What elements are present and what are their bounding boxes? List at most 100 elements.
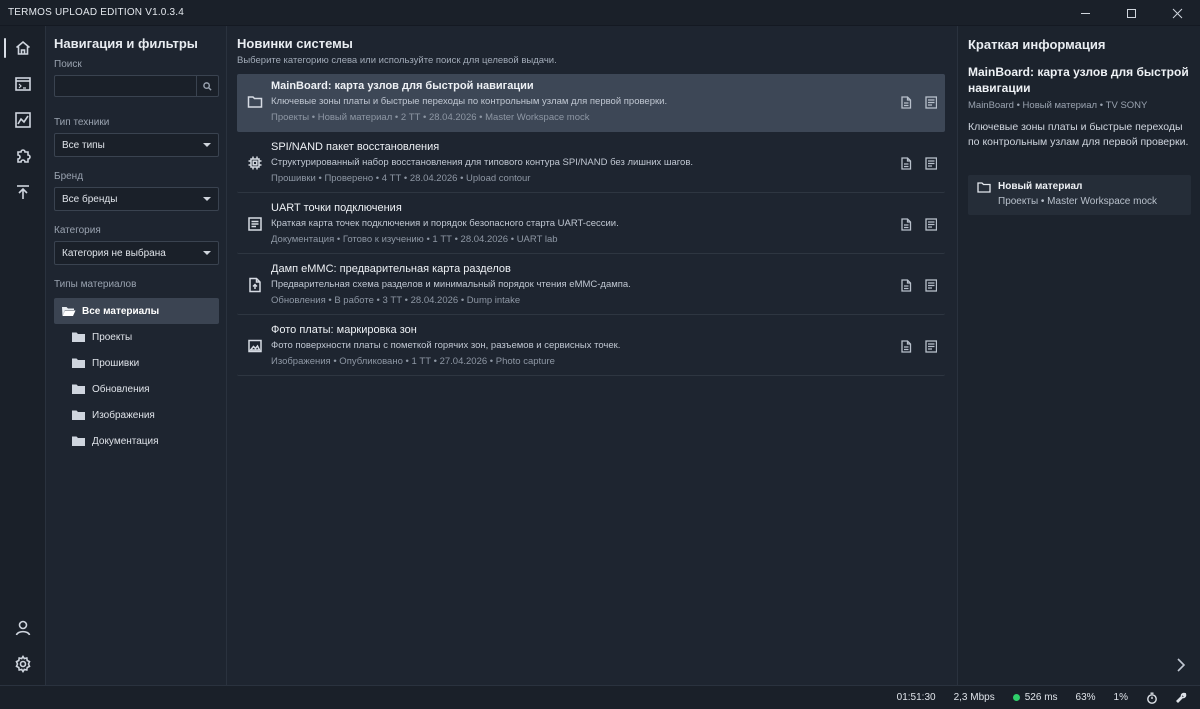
info-item-title: MainBoard: карта узлов для быстрой навиг… [968, 65, 1189, 95]
folder-icon [977, 182, 991, 193]
list-item-title: UART точки подключения [271, 202, 402, 214]
info-title: Краткая информация [968, 37, 1106, 52]
file-icon[interactable] [900, 340, 912, 353]
list-item[interactable]: UART точки подключения Краткая карта точ… [237, 196, 945, 254]
list-item-meta: Проекты • Новый материал • 2 ТТ • 28.04.… [271, 112, 590, 123]
notes-icon[interactable] [925, 218, 937, 231]
list-item-title: MainBoard: карта узлов для быстрой навиг… [271, 80, 534, 92]
status-timer[interactable] [1146, 692, 1158, 704]
list-item-desc: Фото поверхности платы с пометкой горячи… [271, 340, 621, 351]
file-icon[interactable] [900, 218, 912, 231]
status-mem: 1% [1113, 692, 1128, 703]
status-cpu: 63% [1075, 692, 1096, 703]
notes-icon[interactable] [925, 96, 937, 109]
status-ping: 526 ms [1012, 692, 1058, 703]
info-card-meta: Проекты • Master Workspace mock [998, 196, 1158, 207]
status-speed: 2,3 Mbps [953, 692, 995, 703]
tree-item-label: Все материалы [82, 305, 160, 317]
tree-item-label: Прошивки [92, 357, 140, 369]
list-item[interactable]: MainBoard: карта узлов для быстрой навиг… [237, 74, 945, 132]
tree-item-label: Изображения [92, 409, 155, 421]
document-icon [248, 217, 262, 231]
tree-item-all[interactable]: Все материалы [54, 298, 219, 324]
status-dot-icon [1012, 694, 1020, 701]
title-bar: TERMOS UPLOAD EDITION V1.0.3.4 [0, 0, 1200, 26]
search-label: Поиск [54, 59, 82, 70]
folder-icon [72, 332, 85, 342]
main-subtitle: Выберите категорию слева или используйте… [237, 55, 557, 66]
search-input[interactable] [55, 76, 196, 96]
filters-title: Навигация и фильтры [54, 36, 198, 51]
list-item[interactable]: SPI/NAND пакет восстановления Структурир… [237, 135, 945, 193]
chevron-down-icon [203, 143, 211, 147]
rail-chart[interactable] [0, 102, 46, 138]
info-item-desc: Ключевые зоны платы и быстрые переходы п… [968, 121, 1189, 148]
file-icon[interactable] [900, 96, 912, 109]
file-icon[interactable] [900, 157, 912, 170]
main-title: Новинки системы [237, 36, 353, 51]
terminal-icon [15, 77, 31, 91]
list-item-desc: Ключевые зоны платы и быстрые переходы п… [271, 96, 668, 107]
chevron-down-icon [203, 251, 211, 255]
tree-item-label: Обновления [92, 383, 150, 395]
file-icon[interactable] [900, 279, 912, 292]
minimize-button[interactable] [1062, 0, 1108, 26]
material-types-label: Типы материалов [54, 279, 137, 290]
filters-panel: Навигация и фильтры Поиск Тип техники Вс… [46, 26, 227, 685]
search-box [54, 75, 219, 97]
notes-icon[interactable] [925, 157, 937, 170]
tech-type-value: Все типы [62, 139, 105, 151]
stopwatch-icon [1147, 692, 1157, 704]
close-icon [1172, 8, 1182, 18]
folder-icon [247, 96, 263, 108]
chevron-down-icon [203, 197, 211, 201]
tree-item-firmware[interactable]: Прошивки [54, 350, 219, 376]
list-item[interactable]: Фото платы: маркировка зон Фото поверхно… [237, 318, 945, 376]
status-time: 01:51:30 [896, 692, 936, 703]
tree-item-projects[interactable]: Проекты [54, 324, 219, 350]
window-title: TERMOS UPLOAD EDITION V1.0.3.4 [8, 7, 185, 18]
info-item-meta: MainBoard • Новый материал • TV SONY [968, 100, 1148, 111]
file-upload-icon [249, 277, 261, 293]
list-item-title: Дамп eMMC: предварительная карта раздело… [271, 263, 511, 275]
folder-icon [72, 436, 85, 446]
maximize-button[interactable] [1108, 0, 1154, 26]
search-icon [203, 81, 212, 91]
rail-terminal[interactable] [0, 66, 46, 102]
maximize-icon [1126, 8, 1136, 18]
info-card[interactable]: Новый материал Проекты • Master Workspac… [968, 175, 1191, 215]
folder-icon [72, 358, 85, 368]
tree-item-label: Проекты [92, 331, 133, 343]
search-button[interactable] [196, 76, 218, 96]
tech-type-select[interactable]: Все типы [54, 133, 219, 157]
rail-upload[interactable] [0, 174, 46, 210]
rail-settings[interactable] [0, 646, 46, 682]
list-item[interactable]: Дамп eMMC: предварительная карта раздело… [237, 257, 945, 315]
category-select[interactable]: Категория не выбрана [54, 241, 219, 265]
upload-icon [17, 185, 29, 199]
wrench-icon [1176, 692, 1187, 703]
tech-type-label: Тип техники [54, 117, 110, 128]
folder-open-icon [62, 307, 76, 316]
brand-label: Бренд [54, 171, 84, 182]
rail-plugins[interactable] [0, 138, 46, 174]
brand-select[interactable]: Все бренды [54, 187, 219, 211]
window-controls [1062, 0, 1200, 25]
list-item-title: SPI/NAND пакет восстановления [271, 141, 440, 153]
home-icon [15, 40, 31, 55]
notes-icon[interactable] [925, 340, 937, 353]
tree-item-docs[interactable]: Документация [54, 428, 219, 454]
list-item-title: Фото платы: маркировка зон [271, 324, 417, 336]
rail-user[interactable] [0, 610, 46, 646]
expand-panel-button[interactable] [1176, 658, 1186, 675]
info-card-title: Новый материал [998, 181, 1083, 192]
rail-home[interactable] [0, 30, 46, 66]
tree-item-label: Документация [92, 435, 159, 447]
notes-icon[interactable] [925, 279, 937, 292]
close-button[interactable] [1154, 0, 1200, 26]
category-label: Категория [54, 225, 101, 236]
tree-item-images[interactable]: Изображения [54, 402, 219, 428]
status-tools[interactable] [1176, 692, 1188, 704]
tree-item-updates[interactable]: Обновления [54, 376, 219, 402]
list-item-desc: Предварительная схема разделов и минимал… [271, 279, 631, 290]
